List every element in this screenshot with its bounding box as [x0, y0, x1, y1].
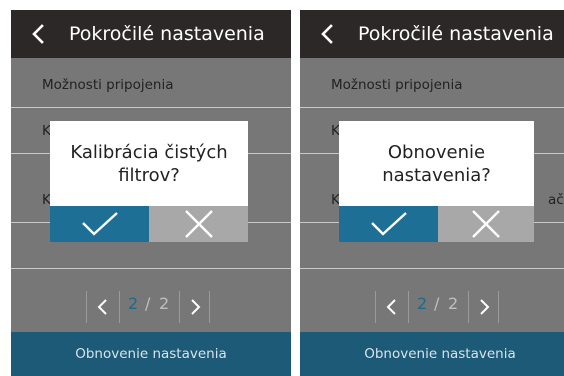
- pager-divider: [468, 291, 469, 323]
- page-separator: /: [434, 294, 440, 313]
- cancel-button[interactable]: [149, 206, 248, 242]
- pager-divider: [86, 291, 87, 323]
- header-bar: Pokročilé nastavenia: [300, 10, 564, 58]
- pager-divider: [375, 291, 376, 323]
- pager-divider: [209, 291, 210, 323]
- dialog-message-line: Obnovenie: [387, 142, 486, 163]
- list-item-label: Možnosti pripojenia: [42, 77, 174, 93]
- current-page-number: 2: [128, 294, 139, 313]
- chevron-left-icon: [321, 24, 333, 44]
- chevron-left-icon: [32, 24, 44, 44]
- dialog-message-line: filtrov?: [118, 165, 180, 186]
- current-page-number: 2: [417, 294, 428, 313]
- next-page-button[interactable]: [473, 296, 495, 318]
- page-separator: /: [145, 294, 151, 313]
- list-item-label-fragment: ači: [548, 192, 564, 208]
- footer-bar[interactable]: Obnovenie nastavenia: [300, 332, 564, 376]
- chevron-left-icon: [97, 299, 107, 315]
- pagination: 2 / 2: [300, 282, 564, 326]
- dialog-message-line: nastavenia?: [382, 165, 491, 186]
- back-button[interactable]: [314, 20, 342, 48]
- confirm-button[interactable]: [339, 206, 438, 242]
- total-pages: 2: [448, 294, 459, 313]
- device-screen-right: Pokročilé nastavenia Možnosti pripojenia…: [300, 10, 564, 376]
- dialog-message-line: Kalibrácia čistých: [70, 142, 228, 163]
- list-item-connection-options[interactable]: Možnosti pripojenia: [11, 62, 291, 108]
- dialog-message-box: Obnovenie nastavenia?: [339, 121, 534, 206]
- pager-divider: [179, 291, 180, 323]
- dialog-message: Kalibrácia čistých filtrov?: [50, 141, 248, 187]
- check-icon: [82, 212, 118, 236]
- prev-page-button[interactable]: [92, 296, 114, 318]
- total-pages: 2: [159, 294, 170, 313]
- check-icon: [371, 212, 407, 236]
- back-button[interactable]: [25, 20, 53, 48]
- list-item-label: Možnosti pripojenia: [331, 77, 463, 93]
- confirm-dialog: Obnovenie nastavenia?: [339, 121, 534, 242]
- cancel-button[interactable]: [438, 206, 534, 242]
- list-item-connection-options[interactable]: Možnosti pripojenia: [300, 62, 564, 108]
- footer-label: Obnovenie nastavenia: [75, 346, 227, 362]
- confirm-button[interactable]: [50, 206, 149, 242]
- close-icon: [185, 210, 213, 238]
- footer-label: Obnovenie nastavenia: [364, 346, 516, 362]
- device-screen-left: Pokročilé nastavenia Možnosti pripojenia…: [11, 10, 291, 376]
- footer-bar[interactable]: Obnovenie nastavenia: [11, 332, 291, 376]
- chevron-right-icon: [480, 299, 490, 315]
- dialog-message: Obnovenie nastavenia?: [339, 141, 534, 187]
- pager-divider: [498, 291, 499, 323]
- prev-page-button[interactable]: [381, 296, 403, 318]
- page-title: Pokročilé nastavenia: [358, 23, 554, 45]
- pager-divider: [408, 291, 409, 323]
- page-title: Pokročilé nastavenia: [69, 23, 265, 45]
- pager-divider: [119, 291, 120, 323]
- dialog-message-box: Kalibrácia čistých filtrov?: [50, 121, 248, 206]
- chevron-right-icon: [191, 299, 201, 315]
- close-icon: [472, 210, 500, 238]
- header-bar: Pokročilé nastavenia: [11, 10, 291, 58]
- chevron-left-icon: [386, 299, 396, 315]
- pagination: 2 / 2: [11, 282, 291, 326]
- next-page-button[interactable]: [184, 296, 206, 318]
- confirm-dialog: Kalibrácia čistých filtrov?: [50, 121, 248, 242]
